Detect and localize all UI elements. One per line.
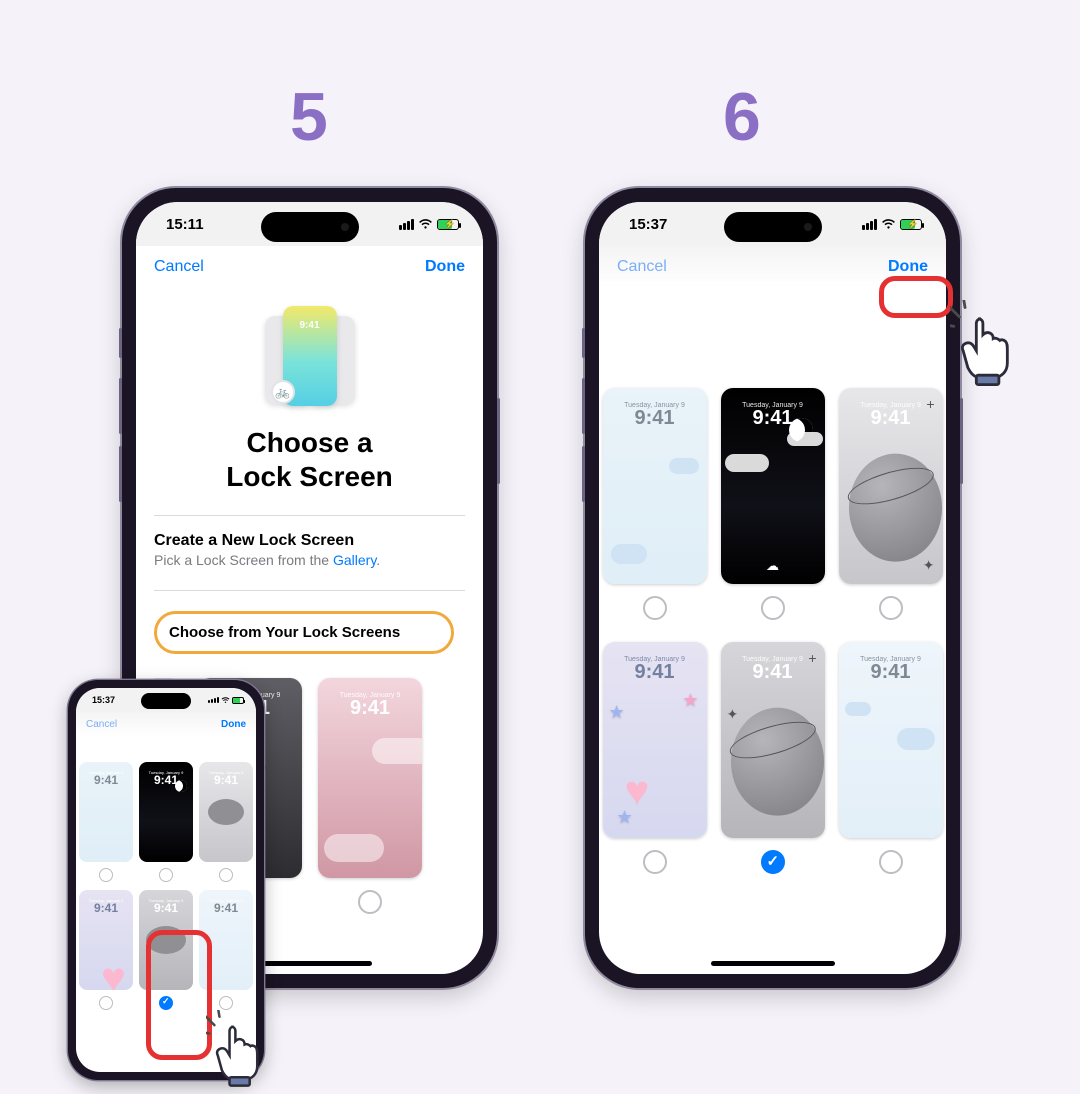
- status-time: 15:11: [166, 216, 204, 233]
- battery-icon: ⚡: [900, 219, 922, 230]
- status-icons: ⚡: [862, 219, 922, 230]
- home-indicator: [711, 961, 835, 966]
- create-new-title: Create a New Lock Screen: [136, 532, 483, 550]
- done-button[interactable]: Done: [425, 258, 465, 276]
- lock-screen-option[interactable]: ★ ★ ★ Tuesday, January 99:41: [603, 642, 707, 874]
- choose-from-lock-screens[interactable]: Choose from Your Lock Screens: [154, 611, 454, 654]
- done-button[interactable]: Done: [221, 719, 246, 730]
- create-new-subtitle: Pick a Lock Screen from the Gallery.: [136, 550, 483, 568]
- lock-screen-option[interactable]: Tuesday, January 99:41: [79, 762, 133, 886]
- radio-unselected[interactable]: [879, 850, 903, 874]
- status-bar: 15:37 ⚡: [599, 202, 946, 246]
- step-number-6: 6: [723, 78, 761, 156]
- dynamic-island: [261, 212, 359, 242]
- battery-icon: ⚡: [437, 219, 459, 230]
- lock-screen-grid: Tuesday, January 99:41 Tuesday, January …: [599, 288, 946, 874]
- tap-indicator-icon: [950, 300, 1044, 394]
- highlight-done-button: [879, 276, 953, 318]
- lock-screen-option[interactable]: Tuesday, January 99:41: [199, 762, 253, 886]
- cancel-button[interactable]: Cancel: [86, 719, 117, 730]
- wifi-icon: [881, 219, 896, 230]
- lock-screen-option[interactable]: Tuesday, January 99:41: [79, 890, 133, 1014]
- lock-screen-option[interactable]: Tuesday, January 99:41: [318, 678, 422, 914]
- status-bar: 15:11 ⚡: [136, 202, 483, 246]
- status-time: 15:37: [629, 216, 667, 233]
- lock-screen-option[interactable]: Tuesday, January 99:41: [603, 388, 707, 620]
- hero-preview-time: 9:41: [299, 320, 319, 331]
- paw-icon: ☁: [766, 558, 779, 574]
- lock-screen-option[interactable]: + ✦ Tuesday, January 99:41: [839, 388, 943, 620]
- focus-badge-icon: 🚲: [271, 380, 295, 404]
- lock-screen-option[interactable]: Tuesday, January 99:41 ☁: [721, 388, 825, 620]
- wifi-icon: [221, 697, 230, 704]
- gallery-link[interactable]: Gallery: [333, 552, 376, 568]
- nav-bar: Cancel Done: [136, 246, 483, 288]
- done-button[interactable]: Done: [888, 258, 928, 276]
- cellular-icon: [208, 697, 219, 703]
- radio-unselected[interactable]: [879, 596, 903, 620]
- status-bar: 15:37: [76, 688, 256, 712]
- dynamic-island: [724, 212, 822, 242]
- cellular-icon: [399, 219, 414, 230]
- status-icons: ⚡: [399, 219, 459, 230]
- radio-unselected[interactable]: [761, 596, 785, 620]
- radio-selected[interactable]: [761, 850, 785, 874]
- step-number-5: 5: [290, 78, 328, 156]
- lock-screen-option[interactable]: Tuesday, January 99:41: [839, 642, 943, 874]
- radio-unselected[interactable]: [643, 596, 667, 620]
- nav-bar: Cancel Done: [76, 712, 256, 736]
- wifi-icon: [418, 219, 433, 230]
- home-indicator: [248, 961, 372, 966]
- lock-screen-option[interactable]: Tuesday, January 99:41: [139, 762, 193, 886]
- status-icons: [208, 697, 244, 704]
- cancel-button[interactable]: Cancel: [617, 258, 667, 276]
- hero-section: 9:41 🚲 Choose a Lock Screen: [136, 288, 483, 493]
- lock-screen-option[interactable]: + ✦ Tuesday, January 99:41: [721, 642, 825, 874]
- page-title: Choose a Lock Screen: [136, 426, 483, 493]
- radio-unselected[interactable]: [643, 850, 667, 874]
- radio-unselected[interactable]: [358, 890, 382, 914]
- battery-icon: [232, 697, 244, 704]
- status-time: 15:37: [92, 695, 115, 705]
- hero-preview-stack: 9:41 🚲: [265, 302, 355, 412]
- cellular-icon: [862, 219, 877, 230]
- cancel-button[interactable]: Cancel: [154, 258, 204, 276]
- highlight-selected-wallpaper: [146, 930, 212, 1060]
